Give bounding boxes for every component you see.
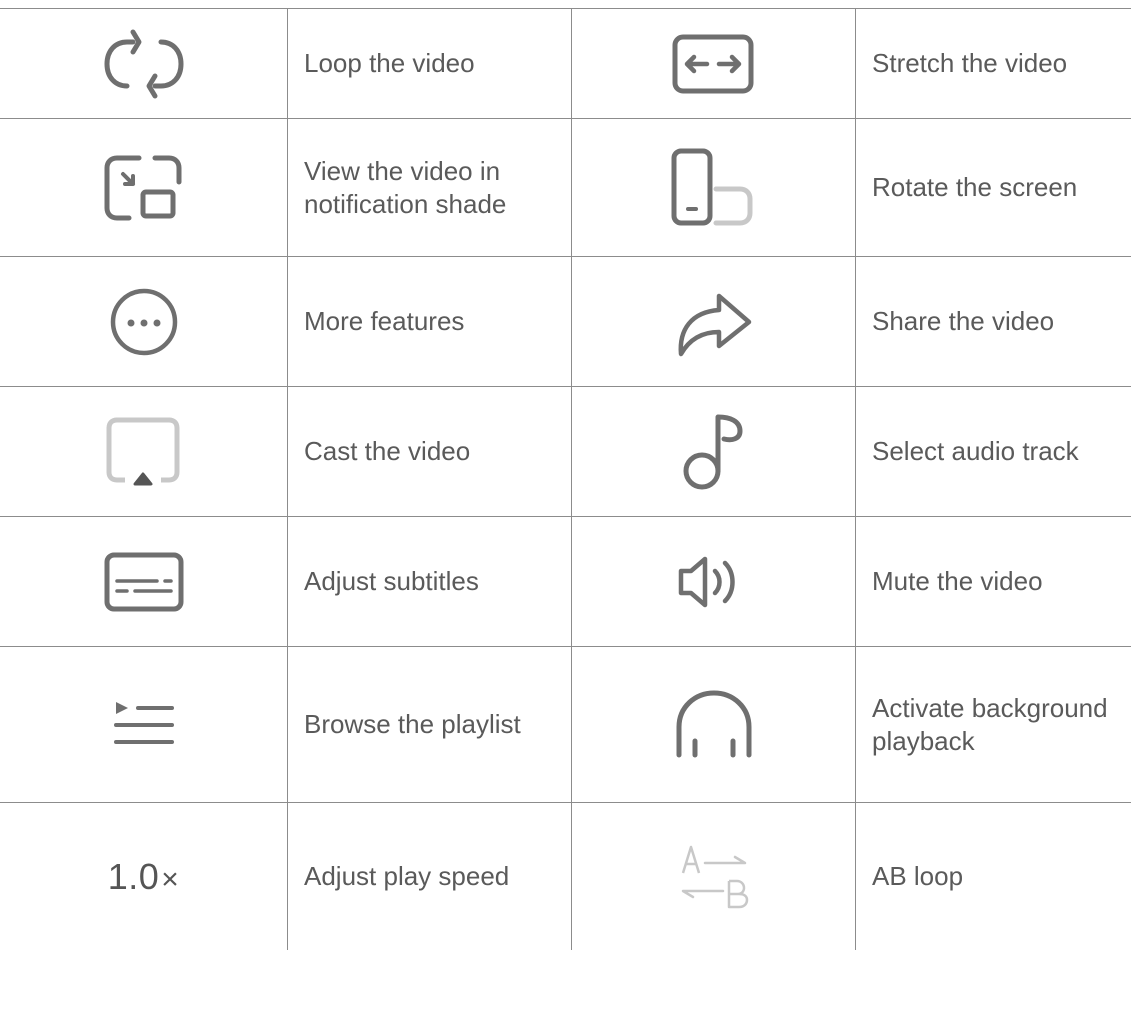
ab-loop-icon	[669, 837, 759, 917]
music-note-icon	[674, 407, 754, 497]
feature-table: Loop the video Stretch the video View th…	[0, 8, 1131, 1020]
subtitles-label: Adjust subtitles	[288, 516, 572, 646]
mute-icon-cell	[572, 516, 856, 646]
pip-label: View the video in notification shade	[288, 118, 572, 256]
play-speed-value: 1.0	[107, 855, 160, 897]
share-icon	[669, 282, 759, 362]
cast-icon-cell	[0, 386, 288, 516]
share-icon-cell	[572, 256, 856, 386]
subtitles-icon	[99, 547, 189, 617]
cast-label: Cast the video	[288, 386, 572, 516]
play-speed-label: Adjust play speed	[288, 802, 572, 950]
stretch-icon-cell	[572, 8, 856, 118]
stretch-icon	[669, 29, 759, 99]
audio-track-label: Select audio track	[856, 386, 1131, 516]
loop-icon-cell	[0, 8, 288, 118]
more-icon-cell	[0, 256, 288, 386]
loop-label: Loop the video	[288, 8, 572, 118]
rotate-screen-icon	[664, 143, 764, 233]
stretch-label: Stretch the video	[856, 8, 1131, 118]
picture-in-picture-icon	[99, 148, 189, 228]
headphones-icon	[669, 685, 759, 765]
more-icon	[104, 282, 184, 362]
share-label: Share the video	[856, 256, 1131, 386]
more-label: More features	[288, 256, 572, 386]
mute-label: Mute the video	[856, 516, 1131, 646]
playlist-icon-cell	[0, 646, 288, 802]
background-playback-label: Activate background playback	[856, 646, 1131, 802]
rotate-label: Rotate the screen	[856, 118, 1131, 256]
loop-icon	[99, 24, 189, 104]
play-speed-icon-cell: 1.0×	[0, 802, 288, 950]
rotate-icon-cell	[572, 118, 856, 256]
ab-loop-label: AB loop	[856, 802, 1131, 950]
subtitles-icon-cell	[0, 516, 288, 646]
play-speed-icon: 1.0×	[108, 856, 180, 898]
pip-icon-cell	[0, 118, 288, 256]
playlist-label: Browse the playlist	[288, 646, 572, 802]
speaker-icon	[669, 547, 759, 617]
playlist-icon	[104, 690, 184, 760]
ab-loop-icon-cell	[572, 802, 856, 950]
play-speed-suffix: ×	[161, 862, 180, 896]
background-playback-icon-cell	[572, 646, 856, 802]
cast-icon	[99, 412, 189, 492]
audio-track-icon-cell	[572, 386, 856, 516]
